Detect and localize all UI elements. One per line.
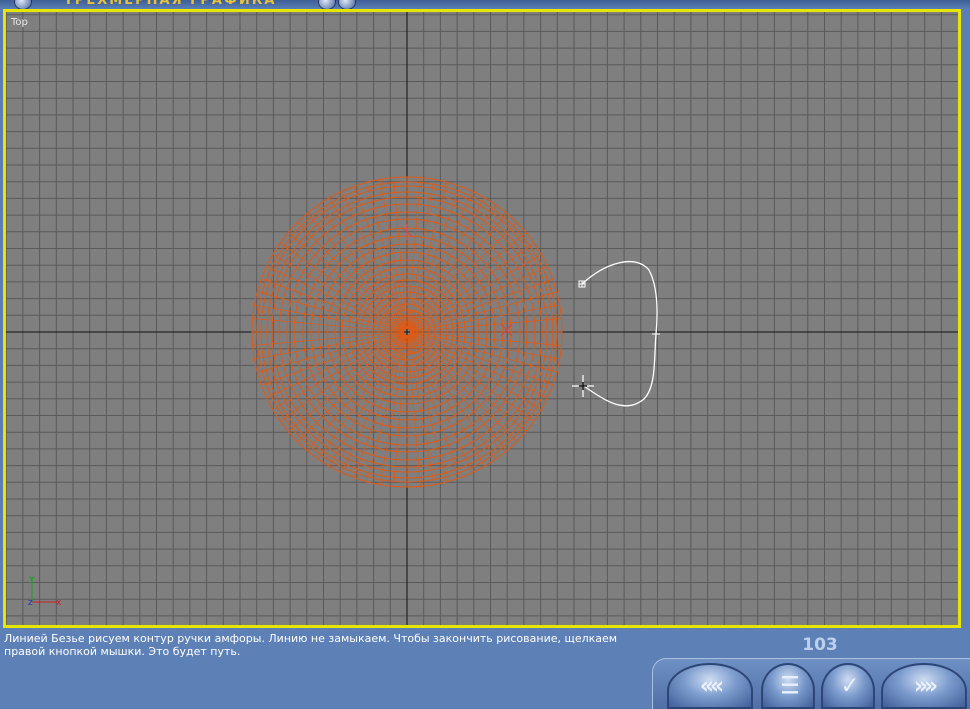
wireframe-spoke	[409, 333, 542, 410]
title-bar: ТРЕХМЕРНАЯ ГРАФИКА	[0, 0, 970, 9]
axis-tripod-icon: x y z	[28, 574, 62, 608]
wireframe-spoke	[409, 278, 553, 332]
wireframe-spoke	[261, 332, 405, 386]
wireframe-spoke	[408, 334, 485, 467]
wireframe-spoke	[329, 334, 406, 467]
list-icon: ☰	[780, 672, 800, 700]
wireframe-spoke	[297, 222, 406, 331]
close-icon[interactable]	[338, 0, 356, 9]
wireframe-spoke	[408, 222, 517, 331]
instruction-text: Линией Безье рисуем контур ручки амфоры.…	[4, 632, 618, 658]
check-icon: ✓	[840, 672, 860, 700]
axis-z-label: z	[28, 598, 33, 608]
fast-back-icon: ‹‹‹‹	[699, 672, 724, 700]
spline-vertex-mid	[652, 330, 660, 338]
previous-button[interactable]: ‹‹‹‹	[667, 663, 753, 709]
wireframe-spoke	[353, 334, 407, 478]
wireframe-spoke	[353, 186, 407, 330]
axis-y-label: y	[29, 574, 35, 584]
top-viewport[interactable]: x y z Top	[3, 9, 961, 628]
wireframe-spoke	[261, 278, 405, 332]
viewport-name-label[interactable]: Top	[11, 17, 28, 28]
wireframe-spoke	[297, 333, 406, 442]
wireframe-spoke	[408, 197, 485, 330]
fast-forward-icon: ››››	[913, 672, 938, 700]
wireframe-spoke	[329, 197, 406, 330]
wireframe-spoke	[272, 254, 405, 331]
navigation-tray: ‹‹‹‹ ☰ ✓ ››››	[652, 658, 970, 709]
check-button[interactable]: ✓	[821, 663, 875, 709]
axis-x-label: x	[56, 598, 62, 608]
viewport-canvas[interactable]: x y z	[6, 12, 958, 625]
minimize-icon[interactable]	[318, 0, 336, 9]
handle-bezier-spline	[581, 261, 658, 407]
wireframe-spoke	[409, 332, 553, 386]
slide-number: 103	[802, 635, 838, 655]
next-button[interactable]: ››››	[881, 663, 967, 709]
app-title: ТРЕХМЕРНАЯ ГРАФИКА	[64, 0, 277, 8]
wireframe-spoke	[409, 254, 542, 331]
wireframe-spoke	[407, 334, 461, 478]
wireframe-spoke	[272, 333, 405, 410]
menu-button[interactable]: ☰	[761, 663, 815, 709]
wireframe-spoke	[407, 186, 461, 330]
app-logo-icon	[14, 0, 32, 9]
wireframe-spoke	[408, 333, 517, 442]
bottom-panel: Линией Безье рисуем контур ручки амфоры.…	[0, 628, 970, 709]
